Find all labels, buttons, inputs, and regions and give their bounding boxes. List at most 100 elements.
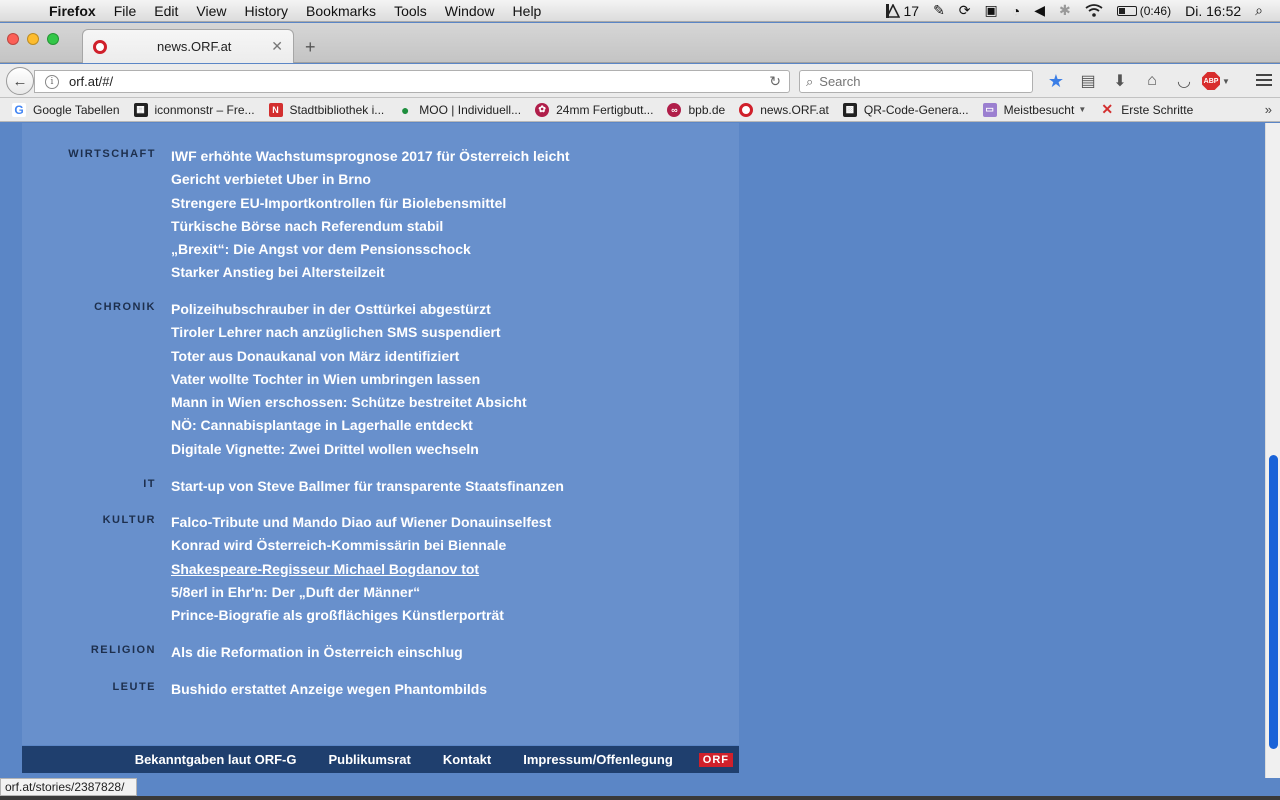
toolbar-icons: ★ ▤ ⬇ ⌂ ◡ ABP ▼ [1040,69,1232,93]
url-text[interactable]: orf.at/#/ [69,74,113,89]
search-input[interactable] [819,74,1010,89]
orf-logo[interactable]: ORF [698,752,733,767]
news-link[interactable]: Türkische Börse nach Referendum stabil [171,215,570,238]
menu-edit[interactable]: Edit [145,0,187,22]
adblock-button[interactable]: ABP ▼ [1200,69,1232,93]
pocket-icon[interactable]: ◡ [1168,69,1200,93]
download-icon[interactable]: ⬇ [1104,69,1136,93]
adobe-status[interactable]: 17 [879,3,926,19]
bookmark-star-icon[interactable]: ★ [1040,69,1072,93]
zoom-window-button[interactable] [47,33,59,45]
menu-history[interactable]: History [235,0,297,22]
menu-view[interactable]: View [187,0,235,22]
footer-link-kontakt[interactable]: Kontakt [443,752,491,767]
site-info-icon[interactable]: i [45,74,59,89]
menu-help[interactable]: Help [504,0,551,22]
bookmark-bpb[interactable]: ∞ bpb.de [667,102,726,117]
footer-link-impressum[interactable]: Impressum/Offenlegung [523,752,673,767]
google-icon: G [12,102,26,117]
news-link[interactable]: Bushido erstattet Anzeige wegen Phantomb… [171,678,487,701]
arrow-left-icon: ← [12,72,28,90]
news-link[interactable]: Strengere EU-Importkontrollen für Bioleb… [171,192,570,215]
footer-link-bekanntgaben[interactable]: Bekanntgaben laut ORF-G [135,752,297,767]
news-link[interactable]: Start-up von Steve Ballmer für transpare… [171,475,564,498]
bookmark-label: Meistbesucht [1003,102,1075,117]
reload-icon[interactable]: ↻ [769,73,781,90]
adblock-icon: ABP [1202,72,1221,90]
menu-firefox[interactable]: Firefox [40,0,105,22]
news-link[interactable]: 5/8erl in Ehr'n: Der „Duft der Männer“ [171,581,551,604]
system-menubar: Firefox File Edit View History Bookmarks… [0,0,1280,22]
footer-link-publikumsrat[interactable]: Publikumsrat [328,752,410,767]
bookmark-meistbesucht[interactable]: ▭ Meistbesucht ▼ [982,102,1087,117]
news-link[interactable]: Als die Reformation in Österreich einsch… [171,641,463,664]
news-link-hovered[interactable]: Shakespeare-Regisseur Michael Bogdanov t… [171,558,551,581]
close-window-button[interactable] [7,33,19,45]
bluetooth-icon[interactable]: ✱ [1052,2,1078,19]
news-link[interactable]: Starker Anstieg bei Altersteilzeit [171,261,570,284]
clock[interactable]: Di. 16:52 [1178,3,1248,19]
reading-list-icon[interactable]: ▤ [1072,69,1104,93]
bookmark-google-tabellen[interactable]: G Google Tabellen [12,102,120,117]
vertical-scrollbar[interactable] [1265,123,1280,778]
menu-tools[interactable]: Tools [385,0,436,22]
n-icon: N [268,102,283,117]
home-icon[interactable]: ⌂ [1136,69,1168,93]
iconmonstr-icon: ▦ [133,102,148,117]
timemachine-icon[interactable]: ◔ [1005,3,1027,19]
news-link[interactable]: Gericht verbietet Uber in Brno [171,168,570,191]
tab-title: news.ORF.at [157,39,232,54]
back-button[interactable]: ← [6,67,34,95]
news-link[interactable]: Mann in Wien erschossen: Schütze bestrei… [171,391,527,414]
new-tab-button[interactable]: + [305,37,316,58]
bookmark-erste-schritte[interactable]: ✕ Erste Schritte [1100,101,1193,117]
section-label: LEUTE [112,681,156,693]
bookmark-label: MOO | Individuell... [419,102,522,117]
bookmark-iconmonstr[interactable]: ▦ iconmonstr – Fre... [133,102,255,117]
orf-icon [739,102,754,117]
menu-bookmarks[interactable]: Bookmarks [297,0,385,22]
news-link[interactable]: IWF erhöhte Wachstumsprognose 2017 für Ö… [171,145,570,168]
bookmark-news-orf[interactable]: news.ORF.at [739,102,829,117]
search-box[interactable]: ⌕ [799,70,1033,93]
news-link[interactable]: Toter aus Donaukanal von März identifizi… [171,345,527,368]
news-link[interactable]: Polizeihubschrauber in der Osttürkei abg… [171,298,527,321]
menu-hamburger-icon[interactable] [1256,74,1272,89]
sync-status-icon[interactable]: ✎ [926,2,952,19]
menu-file[interactable]: File [105,0,146,22]
chevron-right-double-icon[interactable]: » [1265,102,1272,117]
bookmark-qr-code[interactable]: ▩ QR-Code-Genera... [842,102,969,117]
section-label: KULTUR [102,514,156,526]
bookmark-24mm[interactable]: ✿ 24mm Fertigbutt... [535,102,653,117]
scrollbar-thumb[interactable] [1269,455,1278,749]
x-icon: ✕ [1101,101,1114,117]
volume-icon[interactable]: ◀ [1027,2,1052,19]
news-link[interactable]: „Brexit“: Die Angst vor dem Pensionsscho… [171,238,570,261]
refresh-status-icon[interactable]: ⟳ [952,2,978,19]
news-link[interactable]: NÖ: Cannabisplantage in Lagerhalle entde… [171,414,527,437]
chevron-down-icon: ▼ [1078,105,1087,114]
url-bar[interactable]: i orf.at/#/ ↻ [34,70,790,93]
minimize-window-button[interactable] [27,33,39,45]
display-icon[interactable]: ▣ [978,2,1005,19]
section-label: IT [143,478,156,490]
bookmark-label: bpb.de [688,102,726,117]
news-link[interactable]: Falco-Tribute und Mando Diao auf Wiener … [171,511,551,534]
battery-status[interactable]: (0:46) [1110,4,1178,18]
tab-news-orf[interactable]: news.ORF.at ✕ [82,29,294,63]
orf-favicon-icon [93,39,107,54]
news-link[interactable]: Vater wollte Tochter in Wien umbringen l… [171,368,527,391]
wifi-icon[interactable] [1078,4,1110,17]
news-link[interactable]: Tiroler Lehrer nach anzüglichen SMS susp… [171,321,527,344]
menu-window[interactable]: Window [436,0,504,22]
magnifier-icon: ⌕ [806,73,814,89]
bookmark-stadtbibliothek[interactable]: N Stadtbibliothek i... [268,102,384,117]
news-link[interactable]: Konrad wird Österreich-Kommissärin bei B… [171,534,551,557]
page-content: WIRTSCHAFT IWF erhöhte Wachstumsprognose… [0,123,1280,778]
bookmark-moo[interactable]: ● MOO | Individuell... [398,102,522,118]
close-tab-icon[interactable]: ✕ [271,38,283,55]
tab-strip: news.ORF.at ✕ + [0,23,1280,63]
news-link[interactable]: Digitale Vignette: Zwei Drittel wollen w… [171,438,527,461]
spotlight-search-icon[interactable]: ⌕ [1248,2,1270,19]
news-link[interactable]: Prince-Biografie als großflächiges Künst… [171,604,551,627]
